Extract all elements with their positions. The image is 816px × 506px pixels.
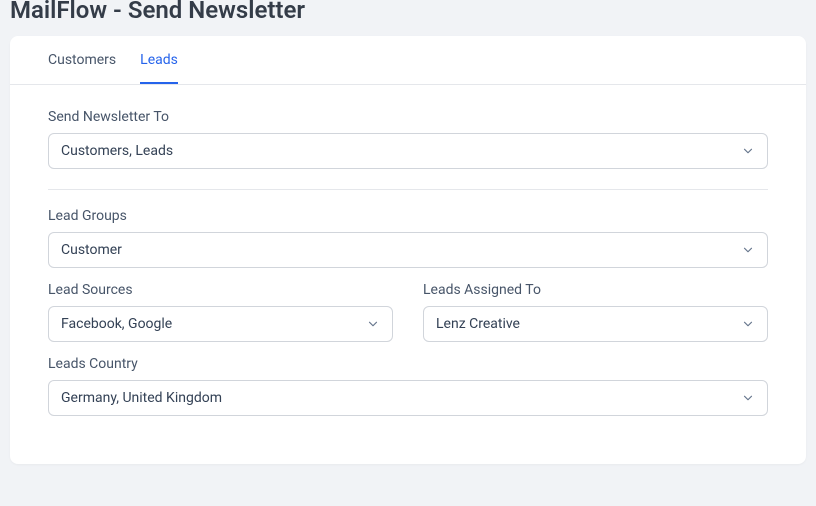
lead-sources-value: Facebook, Google (61, 316, 366, 332)
newsletter-card: Customers Leads Send Newsletter To Custo… (10, 36, 806, 464)
lead-sources-label: Lead Sources (48, 282, 393, 298)
tab-leads[interactable]: Leads (140, 36, 178, 84)
form-body: Send Newsletter To Customers, Leads Lead… (10, 85, 806, 464)
chevron-down-icon (741, 144, 755, 158)
lead-sources-select[interactable]: Facebook, Google (48, 306, 393, 342)
tabs: Customers Leads (10, 36, 806, 85)
page-title: MailFlow - Send Newsletter (0, 0, 816, 36)
leads-country-group: Leads Country Germany, United Kingdom (48, 356, 768, 416)
send-newsletter-to-select[interactable]: Customers, Leads (48, 133, 768, 169)
lead-groups-value: Customer (61, 242, 741, 258)
send-newsletter-to-value: Customers, Leads (61, 143, 741, 159)
lead-groups-select[interactable]: Customer (48, 232, 768, 268)
leads-assigned-to-group: Leads Assigned To Lenz Creative (423, 282, 768, 342)
leads-country-value: Germany, United Kingdom (61, 390, 741, 406)
lead-groups-label: Lead Groups (48, 208, 768, 224)
leads-country-select[interactable]: Germany, United Kingdom (48, 380, 768, 416)
chevron-down-icon (366, 317, 380, 331)
chevron-down-icon (741, 391, 755, 405)
send-newsletter-to-group: Send Newsletter To Customers, Leads (48, 109, 768, 169)
lead-groups-group: Lead Groups Customer (48, 208, 768, 268)
leads-assigned-to-value: Lenz Creative (436, 316, 741, 332)
leads-country-label: Leads Country (48, 356, 768, 372)
leads-assigned-to-label: Leads Assigned To (423, 282, 768, 298)
section-divider (48, 189, 768, 190)
sources-assigned-row: Lead Sources Facebook, Google Leads Assi… (48, 282, 768, 342)
tab-customers[interactable]: Customers (48, 36, 116, 84)
send-newsletter-to-label: Send Newsletter To (48, 109, 768, 125)
leads-assigned-to-select[interactable]: Lenz Creative (423, 306, 768, 342)
chevron-down-icon (741, 243, 755, 257)
chevron-down-icon (741, 317, 755, 331)
lead-sources-group: Lead Sources Facebook, Google (48, 282, 393, 342)
